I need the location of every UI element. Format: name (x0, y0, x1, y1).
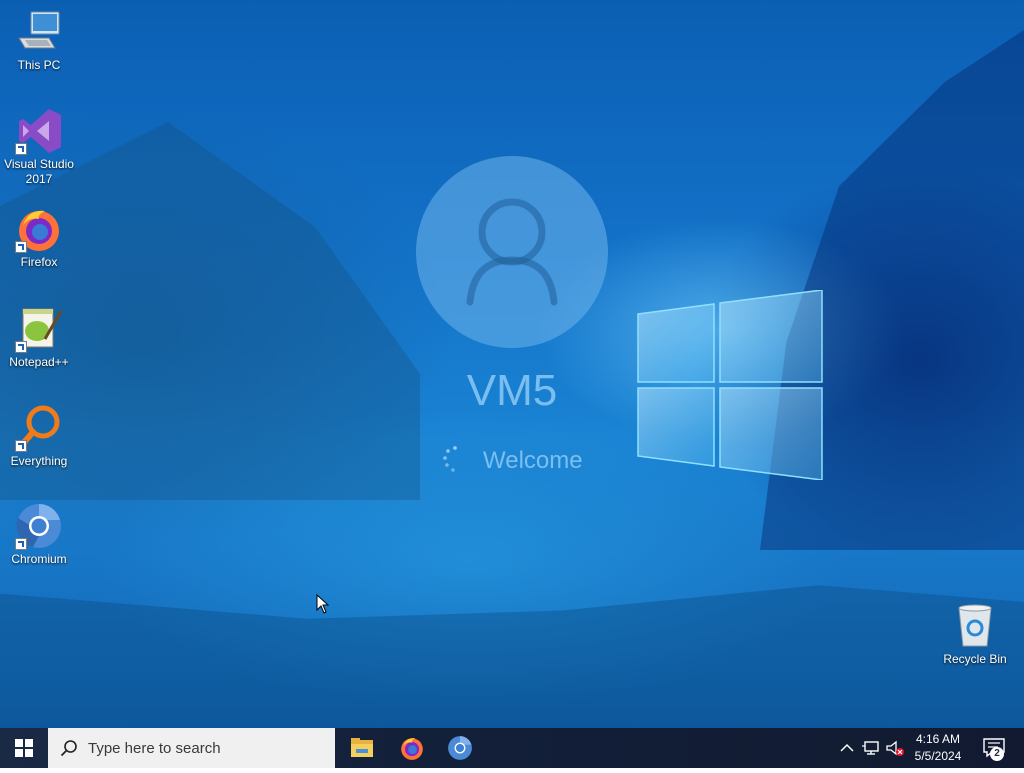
desktop-icon-chromium[interactable]: Chromium (1, 502, 77, 567)
search-placeholder: Type here to search (88, 740, 221, 757)
clock-time: 4:16 AM (915, 732, 961, 746)
desktop-icon-label: Notepad++ (9, 355, 69, 369)
volume-muted-icon[interactable] (885, 738, 905, 758)
desktop-icon-label: Firefox (20, 255, 58, 269)
firefox-icon (15, 205, 63, 253)
shortcut-arrow-icon (15, 341, 27, 353)
visual-studio-icon (15, 107, 63, 155)
shortcut-arrow-icon (15, 440, 27, 452)
taskbar-app-file-explorer[interactable] (338, 728, 386, 768)
clock-date: 5/5/2024 (914, 749, 962, 763)
login-username: VM5 (466, 366, 558, 415)
notepad-plus-plus-icon (15, 305, 63, 353)
desktop-icon-label: Visual Studio 2017 (4, 157, 74, 186)
desktop-icon-recycle-bin[interactable]: Recycle Bin (937, 602, 1013, 667)
search-icon (60, 740, 77, 757)
everything-search-icon (15, 404, 63, 452)
desktop: This PC Visual Studio 2017 Firefox Notep… (0, 0, 1024, 728)
desktop-icon-firefox[interactable]: Firefox (1, 205, 77, 270)
loading-spinner-icon (443, 446, 457, 472)
user-avatar (416, 156, 608, 348)
taskbar-search-box[interactable]: Type here to search (48, 728, 335, 768)
taskbar-app-firefox[interactable] (388, 728, 436, 768)
chromium-icon (448, 736, 472, 760)
shortcut-arrow-icon (15, 538, 27, 550)
user-silhouette-icon (466, 198, 558, 306)
desktop-icon-everything[interactable]: Everything (1, 404, 77, 469)
shortcut-arrow-icon (15, 241, 27, 253)
windows-start-icon (15, 739, 33, 757)
recycle-bin-icon (951, 602, 999, 650)
windows-logo-icon (637, 290, 823, 480)
taskbar: Type here to search 4:16 AM 5/5/2024 2 (0, 728, 1024, 768)
taskbar-clock[interactable]: 4:16 AM 5/5/2024 (904, 731, 972, 765)
desktop-icon-notepad-plus-plus[interactable]: Notepad++ (1, 305, 77, 370)
desktop-icon-visual-studio[interactable]: Visual Studio 2017 (1, 107, 77, 187)
desktop-icon-label: Everything (10, 454, 68, 468)
chromium-icon (15, 502, 63, 550)
notification-count-badge: 2 (990, 747, 1004, 761)
network-icon[interactable] (861, 738, 881, 758)
desktop-icon-label: This PC (17, 58, 61, 72)
background-lake (0, 585, 1024, 728)
desktop-icon-label: Chromium (11, 552, 67, 566)
desktop-icon-this-pc[interactable]: This PC (1, 8, 77, 73)
desktop-icon-label: Recycle Bin (943, 652, 1007, 666)
show-hidden-icons-chevron-up-icon[interactable] (837, 738, 857, 758)
login-status-text: Welcome (483, 447, 583, 474)
computer-icon (15, 8, 63, 56)
shortcut-arrow-icon (15, 143, 27, 155)
start-button[interactable] (0, 728, 48, 768)
firefox-icon (401, 738, 423, 760)
mouse-cursor-icon (316, 594, 330, 614)
file-explorer-icon (351, 738, 373, 757)
taskbar-app-chromium[interactable] (436, 728, 484, 768)
